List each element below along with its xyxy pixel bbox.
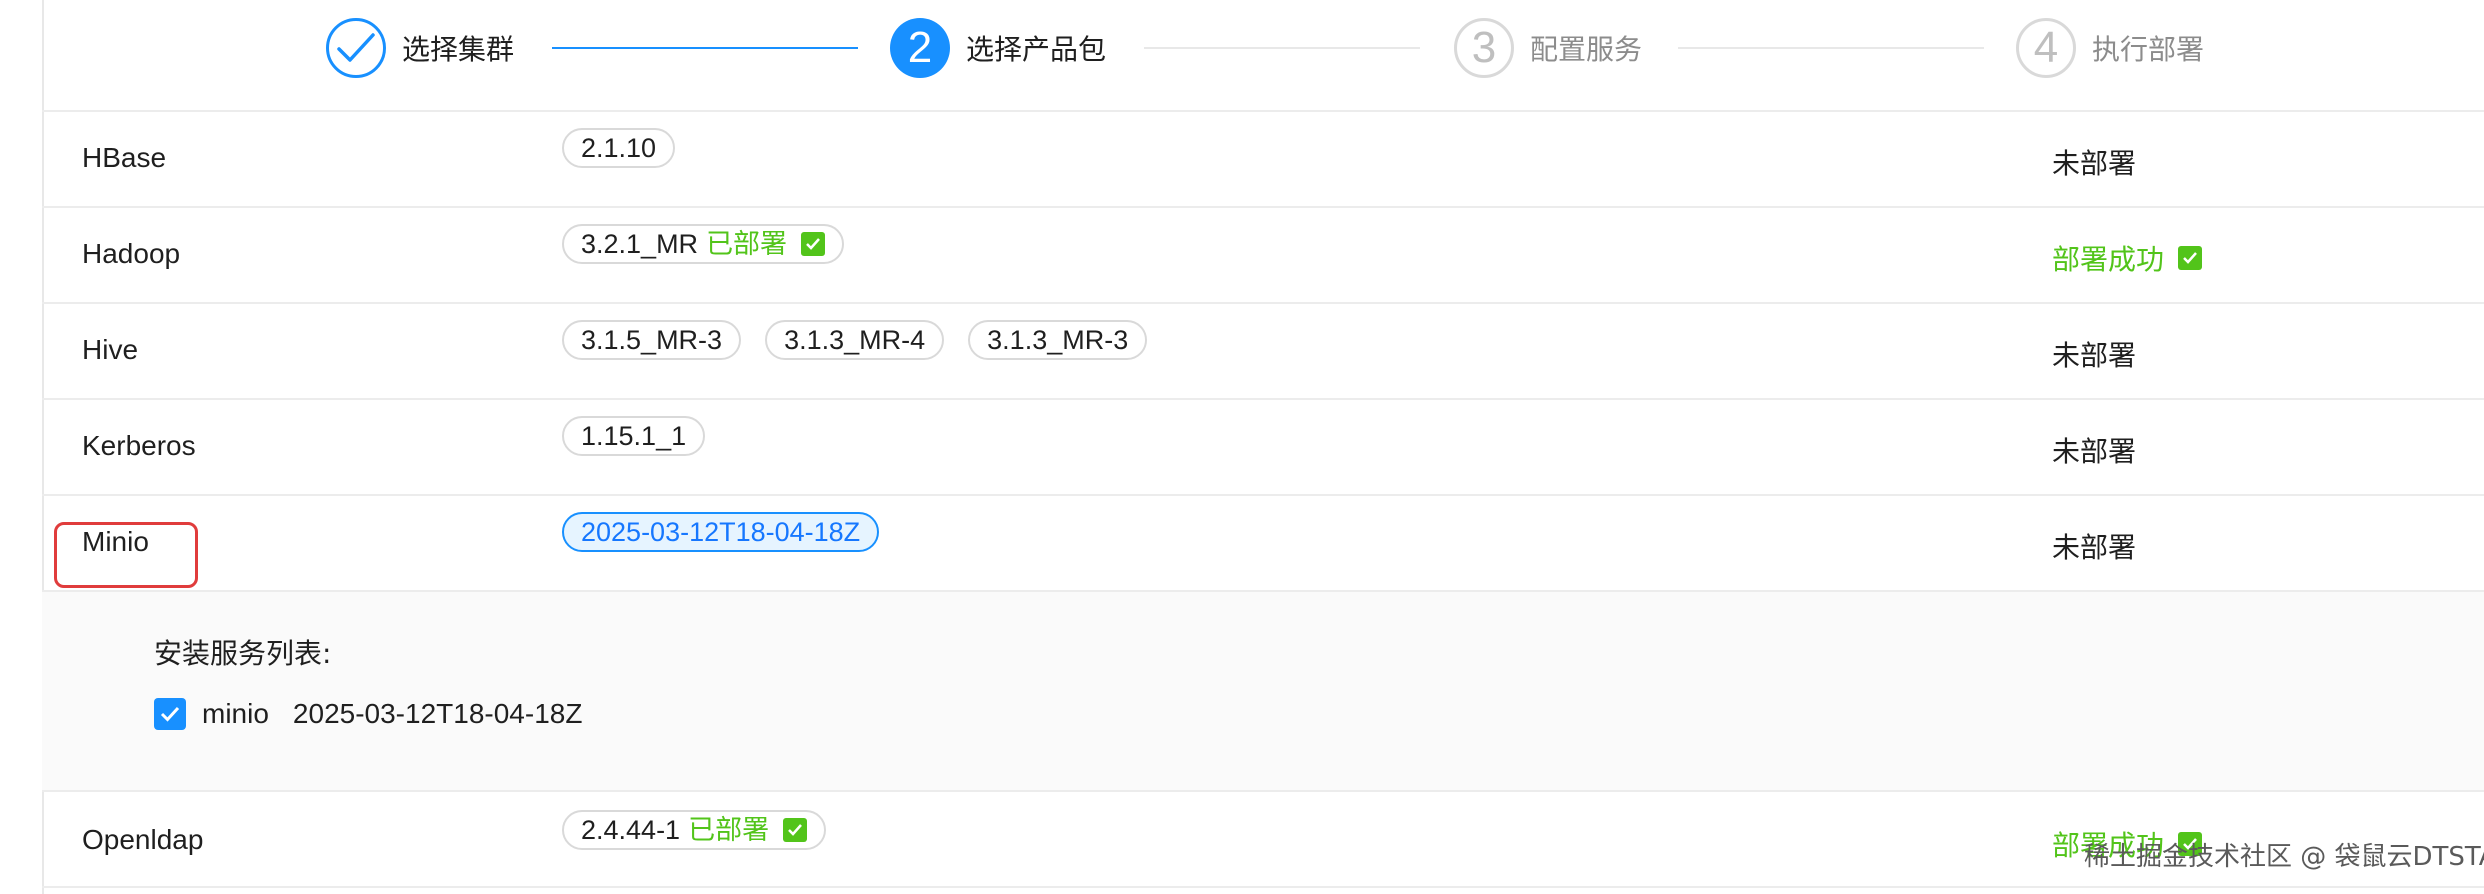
check-square-icon — [783, 818, 808, 842]
service-list-title: 安装服务列表: — [154, 637, 332, 670]
check-square-icon — [2178, 246, 2203, 270]
version-tag[interactable]: 3.1.5_MR-3 — [562, 320, 742, 360]
step-label: 选择产品包 — [966, 33, 1107, 66]
step-execute-deploy[interactable]: 4 执行部署 — [2016, 16, 2204, 80]
version-tag[interactable]: 1.15.1_1 — [562, 416, 706, 456]
version-tag-selected[interactable]: 2025-03-12T18-04-18Z — [562, 512, 880, 552]
version-tags: 2025-03-12T18-04-18Z — [562, 512, 903, 552]
table-row-kerberos[interactable]: Kerberos 1.15.1_1 未部署 — [42, 400, 2484, 496]
version-tags: 2.1.10 — [562, 128, 699, 168]
deploy-status: 未部署 — [2052, 339, 2137, 372]
version-tag[interactable]: 2.4.44-1 已部署 — [562, 810, 827, 850]
step-select-cluster[interactable]: 选择集群 — [326, 16, 514, 80]
table-row-hadoop[interactable]: Hadoop 3.2.1_MR 已部署 部署成功 — [42, 208, 2484, 304]
deploy-status: 未部署 — [2052, 531, 2137, 564]
step-label: 配置服务 — [1530, 33, 1643, 66]
step-connector — [1678, 47, 1984, 49]
version-text: 2.4.44-1 — [581, 815, 681, 845]
step-select-package[interactable]: 2 选择产品包 — [890, 16, 1106, 80]
watermark-text: 稀土掘金技术社区 @ 袋鼠云DTSTACK — [2084, 842, 2484, 872]
product-package-table: HBase 2.1.10 未部署 Hadoop 3.2.1_MR 已部署 部署成… — [42, 110, 2484, 888]
product-name: Openldap — [82, 824, 204, 855]
version-tags: 3.1.5_MR-3 3.1.3_MR-4 3.1.3_MR-3 — [562, 320, 1171, 360]
check-square-icon — [801, 232, 826, 256]
step-connector — [1144, 47, 1420, 49]
product-name: Kerberos — [82, 430, 196, 461]
step-number: 3 — [1454, 18, 1514, 78]
version-tags: 3.2.1_MR 已部署 — [562, 224, 868, 264]
step-configure-service[interactable]: 3 配置服务 — [1454, 16, 1642, 80]
table-row-hbase[interactable]: HBase 2.1.10 未部署 — [42, 112, 2484, 208]
product-name: Hadoop — [82, 238, 181, 269]
deploy-status: 未部署 — [2052, 435, 2137, 468]
table-row-hive[interactable]: Hive 3.1.5_MR-3 3.1.3_MR-4 3.1.3_MR-3 未部… — [42, 304, 2484, 400]
version-text: 3.2.1_MR — [581, 229, 699, 259]
deploy-status-text: 部署成功 — [2052, 243, 2165, 276]
service-version: 2025-03-12T18-04-18Z — [292, 698, 583, 729]
product-name: Hive — [82, 334, 139, 365]
step-label: 执行部署 — [2092, 33, 2205, 66]
version-tag[interactable]: 2.1.10 — [562, 128, 676, 168]
version-tags: 2.4.44-1 已部署 — [562, 810, 850, 850]
service-name: minio — [202, 698, 269, 729]
step-connector — [552, 47, 858, 49]
left-edge-panel — [0, 0, 44, 894]
table-row-minio[interactable]: Minio 2025-03-12T18-04-18Z 未部署 — [42, 496, 2484, 592]
deployed-label: 已部署 — [706, 229, 788, 259]
version-tag[interactable]: 3.1.3_MR-3 — [968, 320, 1148, 360]
deploy-status: 未部署 — [2052, 147, 2137, 180]
service-checkbox[interactable] — [154, 698, 186, 730]
step-label: 选择集群 — [402, 33, 515, 66]
steps-bar: 选择集群 2 选择产品包 3 配置服务 4 执行部署 — [0, 0, 2484, 110]
check-icon — [326, 18, 386, 78]
step-number: 2 — [890, 18, 950, 78]
version-tags: 1.15.1_1 — [562, 416, 729, 456]
deployed-label: 已部署 — [688, 815, 770, 845]
version-tag[interactable]: 3.1.3_MR-4 — [765, 320, 945, 360]
step-number: 4 — [2016, 18, 2076, 78]
version-tag[interactable]: 3.2.1_MR 已部署 — [562, 224, 845, 264]
expanded-service-list: 安装服务列表: minio 2025-03-12T18-04-18Z — [42, 592, 2484, 792]
product-name: HBase — [82, 142, 167, 173]
highlight-annotation-box — [54, 522, 198, 588]
service-item[interactable]: minio 2025-03-12T18-04-18Z — [154, 698, 582, 730]
deploy-status: 部署成功 — [2052, 238, 2203, 278]
